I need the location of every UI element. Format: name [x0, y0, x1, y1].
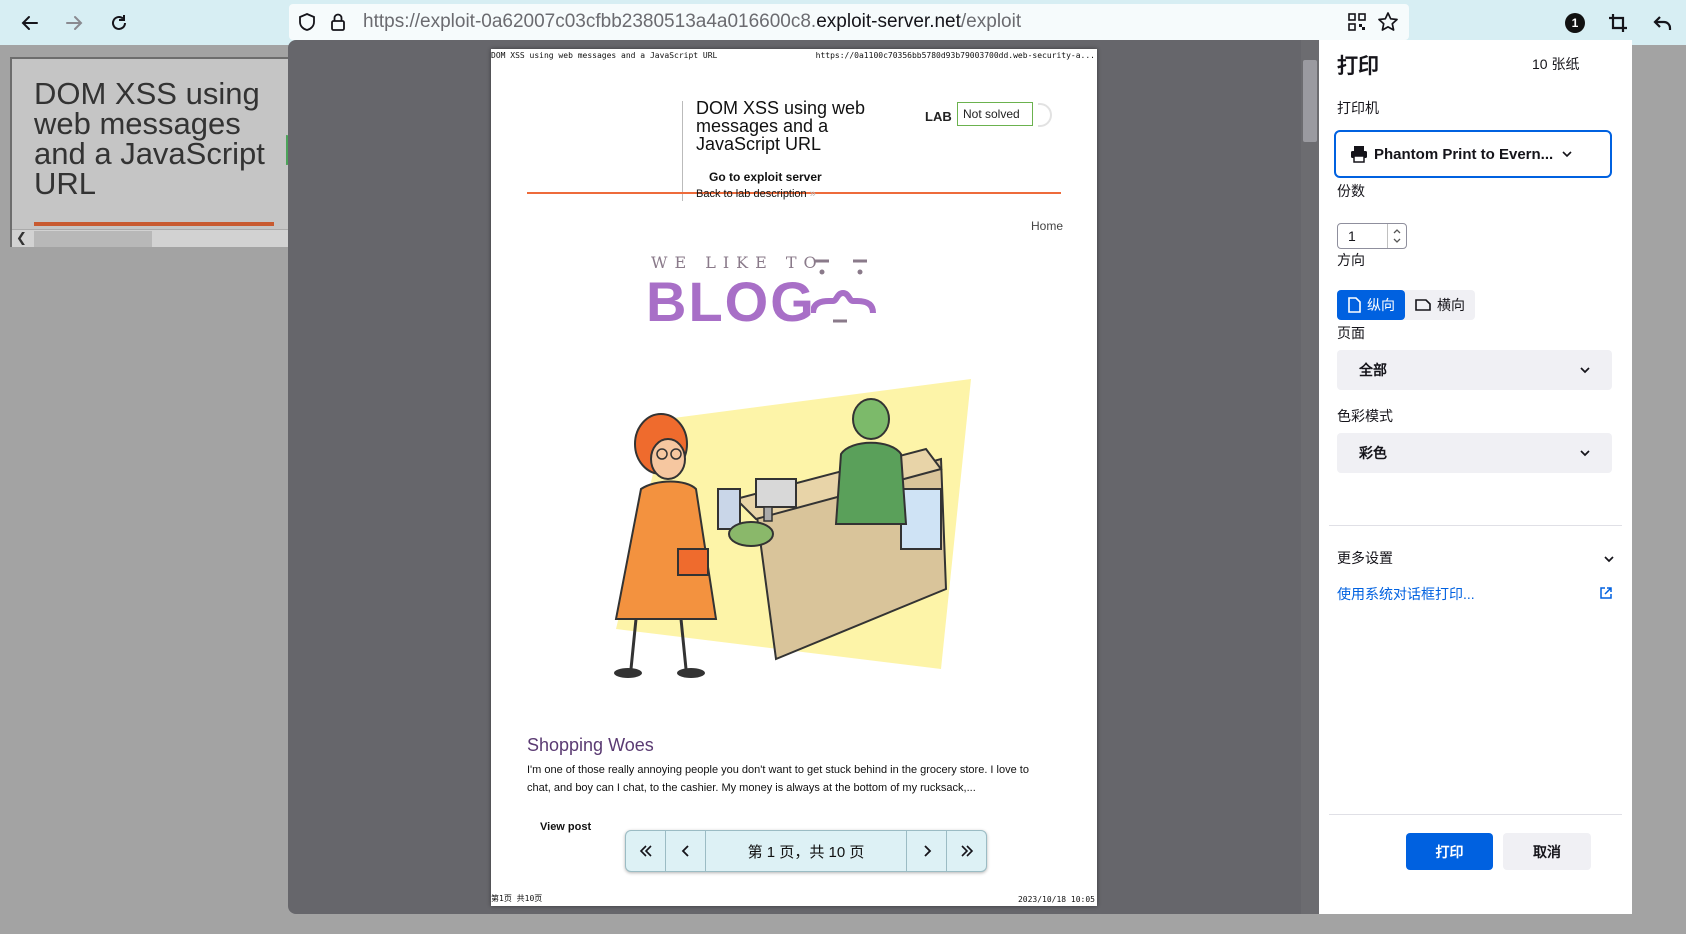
chevron-right-icon	[923, 845, 931, 857]
back-to-lab-text: Back to lab description	[696, 188, 807, 200]
url-text[interactable]: https://exploit-0a62007c03cfbb2380513a4a…	[363, 11, 1021, 33]
undo-arrow-icon	[1653, 16, 1672, 30]
undo-button[interactable]	[1646, 6, 1680, 40]
portrait-label: 纵向	[1367, 297, 1395, 313]
crop-button[interactable]	[1601, 6, 1635, 40]
printer-value: Phantom Print to Evern...	[1374, 145, 1554, 163]
qr-code-icon[interactable]	[1347, 12, 1367, 32]
page-footer-left: 第1页 共10页	[491, 894, 543, 903]
back-button[interactable]	[13, 6, 47, 40]
print-settings-panel: 打印 10 张纸 打印机 Phantom Print to Evern... 份…	[1319, 40, 1632, 914]
last-page-button[interactable]	[946, 831, 986, 871]
panel-title: 打印	[1337, 55, 1379, 78]
chevron-down-icon	[1562, 151, 1572, 158]
portrait-page-icon	[1348, 297, 1361, 313]
chevron-down-icon[interactable]	[1602, 552, 1616, 566]
pages-select[interactable]: 全部	[1337, 350, 1612, 390]
page-indicator: 第 1 页，共 10 页	[747, 843, 865, 861]
stepper-arrows-icon	[1393, 229, 1401, 243]
reload-icon	[112, 15, 126, 30]
lab-title: DOM XSS using web messages and a JavaScr…	[696, 98, 866, 154]
panel-divider	[1329, 814, 1622, 815]
double-chevron-left-icon	[639, 845, 652, 857]
preview-scrollbar-thumb[interactable]	[1303, 60, 1317, 142]
page-header-right: https://0a1100c70356bb5780d93b79003700dd…	[815, 51, 1095, 60]
landscape-label: 横向	[1437, 297, 1465, 313]
first-page-button[interactable]	[626, 831, 666, 871]
chevron-down-icon	[1580, 450, 1590, 457]
arrow-right-icon	[66, 16, 83, 30]
double-chevron-right-icon	[960, 845, 973, 857]
lab-header-frame: DOM XSS using web messages and a JavaScr…	[10, 57, 300, 247]
print-preview-overlay: DOM XSS using web messages and a JavaScr…	[288, 40, 1632, 914]
pages-value: 全部	[1359, 362, 1387, 378]
post-excerpt: I'm one of those really annoying people …	[527, 764, 1029, 794]
print-button[interactable]: 打印	[1406, 833, 1493, 870]
extension-badge: 1	[1565, 13, 1585, 33]
lab-status-badge: Not solved	[957, 102, 1033, 126]
more-settings-toggle[interactable]: 更多设置	[1337, 548, 1393, 568]
forward-button[interactable]	[57, 6, 91, 40]
landscape-option[interactable]: 横向	[1405, 290, 1475, 320]
extension-button[interactable]: 1	[1558, 6, 1592, 40]
logo-blog-text: BLOG	[646, 270, 816, 333]
copies-stepper[interactable]	[1387, 224, 1405, 248]
external-link-icon[interactable]	[1599, 586, 1613, 600]
color-mode-label: 色彩模式	[1337, 408, 1393, 424]
printer-icon	[1351, 146, 1367, 163]
orientation-toggle: 纵向 横向	[1337, 290, 1475, 320]
printer-label: 打印机	[1337, 100, 1379, 116]
next-page-button[interactable]	[906, 831, 946, 871]
lab-status-ring	[1038, 103, 1052, 127]
preview-scrollbar[interactable]	[1301, 40, 1319, 914]
panel-divider	[1329, 525, 1622, 526]
preview-page: DOM XSS using web messages and a JavaScr…	[491, 49, 1097, 906]
chevron-down-icon	[1580, 367, 1590, 374]
printer-select[interactable]: Phantom Print to Evern...	[1334, 130, 1612, 178]
post-title: Shopping Woes	[527, 735, 654, 755]
scroll-left-icon[interactable]: ❮	[16, 230, 27, 246]
lab-label: LAB	[925, 109, 952, 124]
landscape-page-icon	[1415, 299, 1431, 311]
shopping-illustration	[614, 379, 971, 678]
reload-button[interactable]	[102, 6, 136, 40]
color-mode-select[interactable]: 彩色	[1337, 433, 1612, 473]
view-post-link: View post	[540, 821, 592, 833]
browser-toolbar: https://exploit-0a62007c03cfbb2380513a4a…	[0, 0, 1686, 45]
background-lab-title: DOM XSS using web messages and a JavaScr…	[34, 76, 265, 201]
page-header-left: DOM XSS using web messages and a JavaScr…	[491, 51, 718, 60]
portrait-option[interactable]: 纵向	[1337, 290, 1405, 320]
crop-icon	[1609, 14, 1627, 32]
blog-logo: WE LIKE TO BLOG	[646, 249, 906, 333]
logo-face-icon	[811, 259, 876, 323]
sheet-count: 10 张纸	[1532, 56, 1580, 72]
url-bar[interactable]: https://exploit-0a62007c03cfbb2380513a4a…	[289, 4, 1409, 40]
shield-icon[interactable]	[297, 12, 317, 32]
orientation-label: 方向	[1337, 252, 1365, 268]
lock-icon[interactable]	[329, 12, 347, 32]
copies-label: 份数	[1337, 183, 1365, 199]
chevron-left-icon	[681, 845, 689, 857]
cancel-button[interactable]: 取消	[1503, 833, 1591, 870]
arrow-left-icon	[21, 16, 38, 30]
system-dialog-link[interactable]: 使用系统对话框打印...	[1337, 584, 1475, 604]
lab-divider	[682, 101, 683, 201]
background-underline	[34, 222, 274, 226]
home-link: Home	[1031, 219, 1064, 233]
page-navigator: 第 1 页，共 10 页	[625, 830, 987, 872]
page-footer-right: 2023/10/18 10:05	[1017, 895, 1095, 904]
pages-label: 页面	[1337, 325, 1365, 341]
scrollbar-thumb[interactable]	[34, 231, 152, 247]
color-mode-value: 彩色	[1359, 445, 1387, 461]
go-to-exploit-server-link: Go to exploit server	[709, 170, 822, 184]
bookmark-star-icon[interactable]	[1377, 11, 1399, 33]
back-to-lab-link: Back to lab description »	[696, 188, 816, 200]
previous-page-button[interactable]	[666, 831, 706, 871]
